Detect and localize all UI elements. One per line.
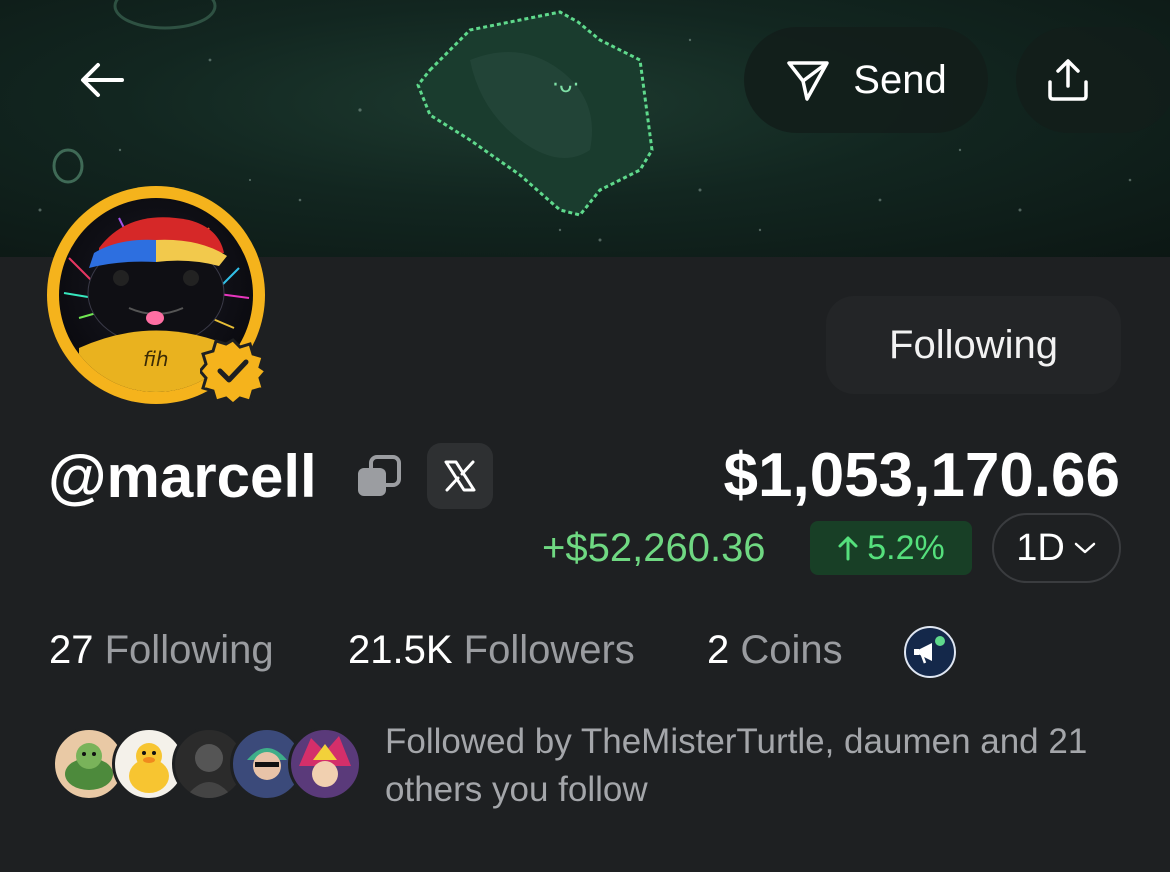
mutual-followers-avatars[interactable] bbox=[52, 727, 362, 801]
megaphone-icon[interactable] bbox=[904, 626, 956, 678]
arrow-up-icon bbox=[838, 536, 858, 561]
svg-text:fih: fih bbox=[143, 347, 169, 371]
period-value: 1D bbox=[1016, 526, 1065, 569]
back-button[interactable] bbox=[62, 44, 142, 116]
chevron-down-icon bbox=[1074, 542, 1096, 554]
copy-icon[interactable] bbox=[356, 454, 402, 500]
followed-by-text[interactable]: Followed by TheMisterTurtle, daumen and … bbox=[385, 718, 1125, 814]
stat-followers[interactable]: 21.5K Followers bbox=[348, 628, 635, 673]
svg-text:·ᴗ·: ·ᴗ· bbox=[552, 73, 579, 98]
share-button[interactable] bbox=[1016, 27, 1170, 133]
stat-following-count: 27 bbox=[49, 628, 94, 672]
stat-following-label: Following bbox=[104, 628, 274, 672]
send-button[interactable]: Send bbox=[744, 27, 988, 133]
stat-coins-label: Coins bbox=[740, 628, 843, 672]
portfolio-change-percent: 5.2% bbox=[867, 528, 945, 567]
arrow-left-icon bbox=[81, 63, 124, 97]
stat-followers-label: Followers bbox=[463, 628, 635, 672]
stat-coins[interactable]: 2 Coins bbox=[707, 628, 843, 673]
mutual-avatar bbox=[288, 727, 362, 801]
profile-handle: @marcell bbox=[48, 443, 317, 510]
paper-plane-icon bbox=[787, 61, 830, 101]
x-logo-icon bbox=[444, 460, 476, 492]
verified-badge-icon bbox=[200, 338, 266, 404]
portfolio-balance: $1,053,170.66 bbox=[723, 441, 1121, 510]
x-twitter-button[interactable] bbox=[427, 443, 493, 509]
portfolio-change-percent-badge: 5.2% bbox=[810, 521, 972, 575]
yugi-avatar-image bbox=[299, 736, 351, 787]
share-upload-icon bbox=[1048, 59, 1088, 101]
portfolio-change-amount: +$52,260.36 bbox=[542, 526, 766, 570]
following-button[interactable]: Following bbox=[826, 296, 1121, 394]
stat-following[interactable]: 27 Following bbox=[49, 628, 274, 673]
stat-followers-count: 21.5K bbox=[348, 628, 453, 672]
stat-coins-count: 2 bbox=[707, 628, 730, 672]
period-selector[interactable]: 1D bbox=[992, 513, 1121, 583]
send-label: Send bbox=[853, 57, 947, 102]
